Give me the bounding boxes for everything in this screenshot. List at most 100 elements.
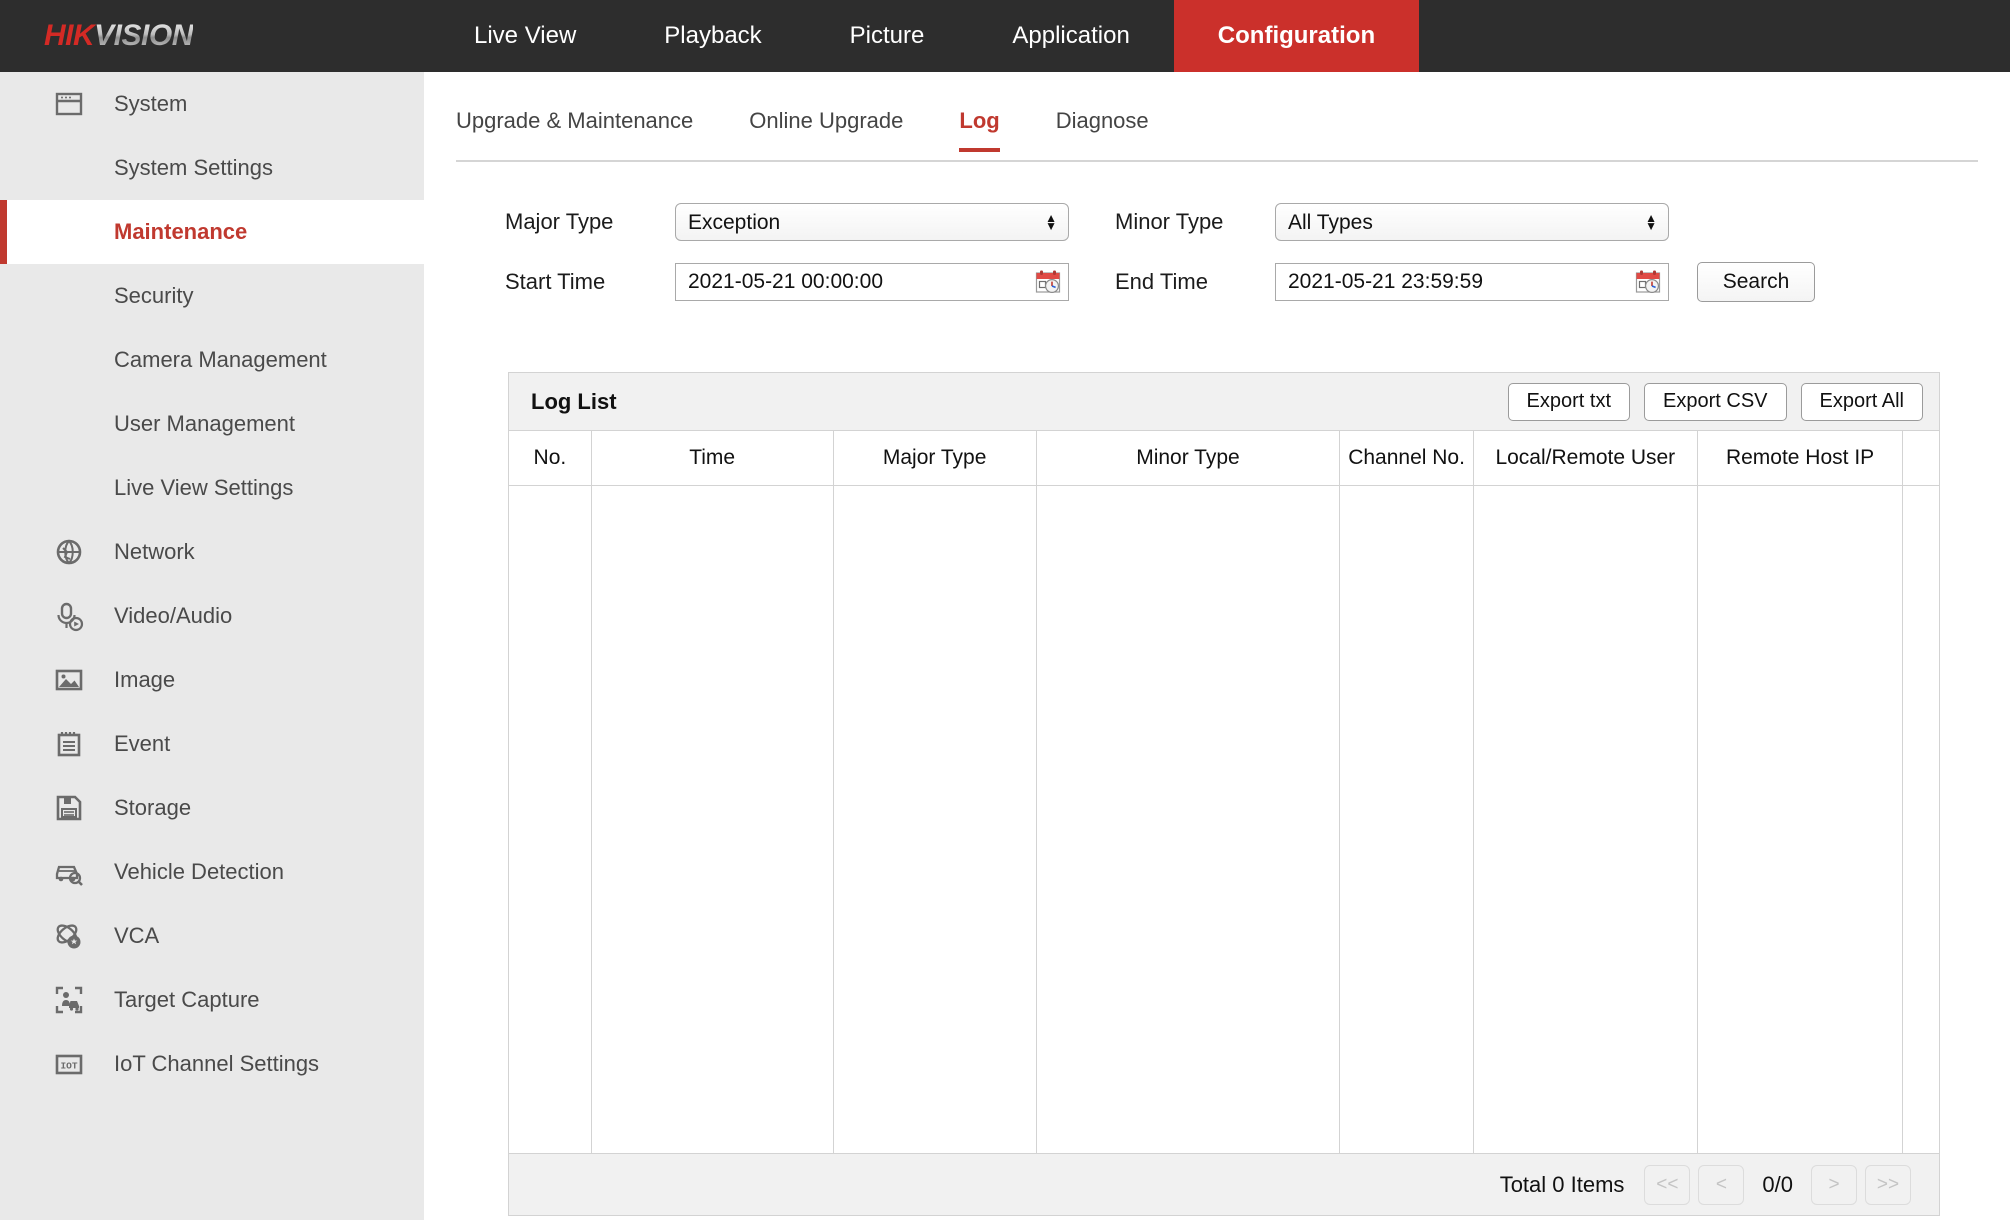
empty-cell-no	[509, 485, 591, 1153]
start-time-input[interactable]	[675, 263, 1069, 301]
sidebar-item-label: Maintenance	[114, 219, 247, 245]
tab-upgrade-maintenance[interactable]: Upgrade & Maintenance	[456, 104, 693, 150]
export-csv-button[interactable]: Export CSV	[1644, 383, 1786, 421]
content-area: Upgrade & Maintenance Online Upgrade Log…	[424, 72, 2010, 1224]
page-indicator: 0/0	[1762, 1172, 1793, 1198]
minor-type-select[interactable]: All Types	[1275, 203, 1669, 241]
sidebar-item-label: Security	[114, 283, 193, 309]
sidebar-item-iot-channel-settings[interactable]: IOT IoT Channel Settings	[0, 1032, 424, 1096]
log-list-title: Log List	[531, 389, 617, 415]
filter-row-types: Major Type Exception ▲▼ Minor Type All T…	[424, 192, 2010, 252]
target-capture-icon	[52, 983, 86, 1017]
major-type-select[interactable]: Exception	[675, 203, 1069, 241]
sidebar-item-label: System Settings	[114, 155, 273, 181]
sidebar-item-event[interactable]: Event	[0, 712, 424, 776]
sidebar-item-label: Video/Audio	[114, 603, 232, 629]
end-time-label: End Time	[1115, 269, 1275, 295]
nav-tab-live-view[interactable]: Live View	[430, 0, 620, 72]
sidebar-item-label: IoT Channel Settings	[114, 1051, 319, 1077]
sidebar-item-label: Storage	[114, 795, 191, 821]
filter-row-times: Start Time End Time	[424, 252, 2010, 312]
major-type-select-wrap: Exception ▲▼	[675, 203, 1069, 241]
column-header-time: Time	[591, 431, 833, 485]
empty-cell-time	[591, 485, 833, 1153]
first-page-button[interactable]: <<	[1644, 1165, 1690, 1205]
vehicle-search-icon	[52, 855, 86, 889]
next-page-button[interactable]: >	[1811, 1165, 1857, 1205]
column-header-no: No.	[509, 431, 591, 485]
end-time-input[interactable]	[1275, 263, 1669, 301]
sidebar-item-label: Network	[114, 539, 195, 565]
system-window-icon	[52, 87, 86, 121]
sidebar-item-maintenance[interactable]: Maintenance	[0, 200, 424, 264]
sidebar-item-target-capture[interactable]: Target Capture	[0, 968, 424, 1032]
microphone-play-icon	[52, 599, 86, 633]
empty-cell-spacer	[1903, 485, 1939, 1153]
column-header-minor-type: Minor Type	[1036, 431, 1339, 485]
sidebar-item-label: System	[114, 91, 187, 117]
log-list-panel: Log List Export txt Export CSV Export Al…	[508, 372, 1940, 1216]
sidebar-item-live-view-settings[interactable]: Live View Settings	[0, 456, 424, 520]
start-time-field-wrap	[675, 263, 1069, 301]
sidebar-item-label: VCA	[114, 923, 159, 949]
empty-cell-remote-host-ip	[1697, 485, 1903, 1153]
empty-cell-channel-no	[1340, 485, 1474, 1153]
main-nav-tabs: Live View Playback Picture Application C…	[430, 0, 1419, 72]
last-page-button[interactable]: >>	[1865, 1165, 1911, 1205]
log-table: No. Time Major Type Minor Type Channel N…	[509, 431, 1939, 1153]
sidebar-item-system-settings[interactable]: System Settings	[0, 136, 424, 200]
start-time-label: Start Time	[505, 269, 675, 295]
sidebar-item-label: Live View Settings	[114, 475, 293, 501]
log-table-empty-row	[509, 485, 1939, 1153]
top-navigation-bar: HIKVISION Live View Playback Picture App…	[0, 0, 2010, 72]
calendar-clock-icon[interactable]	[1035, 269, 1061, 295]
nav-tab-configuration[interactable]: Configuration	[1174, 0, 1419, 72]
calendar-notepad-icon	[52, 727, 86, 761]
calendar-clock-icon[interactable]	[1635, 269, 1661, 295]
empty-cell-minor-type	[1036, 485, 1339, 1153]
nav-tab-playback[interactable]: Playback	[620, 0, 805, 72]
floppy-disk-icon	[52, 791, 86, 825]
sidebar-item-vca[interactable]: VCA	[0, 904, 424, 968]
globe-icon	[52, 535, 86, 569]
sidebar-item-security[interactable]: Security	[0, 264, 424, 328]
sidebar-item-image[interactable]: Image	[0, 648, 424, 712]
major-type-label: Major Type	[505, 209, 675, 235]
tab-diagnose[interactable]: Diagnose	[1056, 104, 1149, 150]
sidebar-item-camera-management[interactable]: Camera Management	[0, 328, 424, 392]
nav-tab-application[interactable]: Application	[968, 0, 1173, 72]
tab-log[interactable]: Log	[959, 104, 999, 150]
sidebar-item-system[interactable]: System	[0, 72, 424, 136]
svg-text:IOT: IOT	[60, 1061, 77, 1072]
log-search-filters: Major Type Exception ▲▼ Minor Type All T…	[424, 192, 2010, 312]
sidebar-item-vehicle-detection[interactable]: Vehicle Detection	[0, 840, 424, 904]
vca-orbit-icon	[52, 919, 86, 953]
search-button[interactable]: Search	[1697, 262, 1815, 302]
log-list-header: Log List Export txt Export CSV Export Al…	[509, 373, 1939, 431]
sidebar-item-label: Target Capture	[114, 987, 260, 1013]
tab-online-upgrade[interactable]: Online Upgrade	[749, 104, 903, 150]
column-header-major-type: Major Type	[833, 431, 1036, 485]
export-all-button[interactable]: Export All	[1801, 383, 1923, 421]
iot-icon: IOT	[52, 1047, 86, 1081]
sidebar-item-storage[interactable]: Storage	[0, 776, 424, 840]
total-items-label: Total 0 Items	[1500, 1172, 1625, 1198]
empty-cell-local-remote-user	[1473, 485, 1697, 1153]
column-header-local-remote-user: Local/Remote User	[1473, 431, 1697, 485]
sidebar-item-user-management[interactable]: User Management	[0, 392, 424, 456]
minor-type-select-wrap: All Types ▲▼	[1275, 203, 1669, 241]
hikvision-logo: HIKVISION	[0, 0, 300, 72]
sidebar-item-label: Image	[114, 667, 175, 693]
nav-tab-picture[interactable]: Picture	[806, 0, 969, 72]
log-table-body	[509, 485, 1939, 1153]
empty-cell-major-type	[833, 485, 1036, 1153]
column-header-spacer	[1903, 431, 1939, 485]
sidebar-item-video-audio[interactable]: Video/Audio	[0, 584, 424, 648]
column-header-remote-host-ip: Remote Host IP	[1697, 431, 1903, 485]
minor-type-label: Minor Type	[1115, 209, 1275, 235]
sidebar-item-label: Event	[114, 731, 170, 757]
end-time-field-wrap	[1275, 263, 1669, 301]
export-txt-button[interactable]: Export txt	[1508, 383, 1630, 421]
prev-page-button[interactable]: <	[1698, 1165, 1744, 1205]
sidebar-item-network[interactable]: Network	[0, 520, 424, 584]
